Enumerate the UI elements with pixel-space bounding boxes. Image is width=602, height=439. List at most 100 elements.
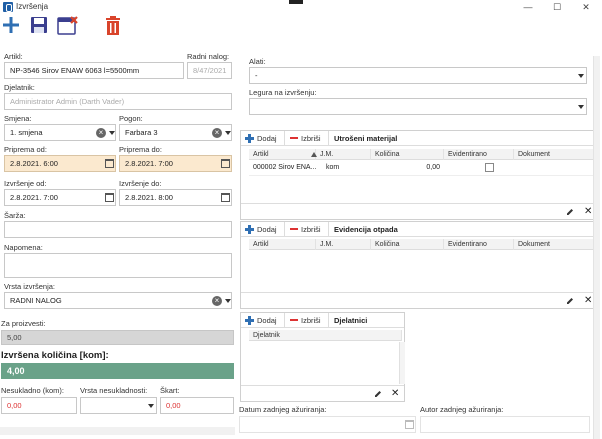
izvrsenje-do-field[interactable]: 2.8.2021. 8:00	[119, 189, 232, 206]
djelatnik-field[interactable]: Administrator Admin (Darth Vader)	[4, 93, 232, 110]
horizontal-scrollbar[interactable]	[0, 427, 235, 435]
col-jm[interactable]: J.M.	[316, 239, 371, 250]
izvrsena-kolicina-label: Izvršena količina [kom]:	[1, 350, 109, 361]
table-row[interactable]: 000002 Sirov ENA... kom 0,00	[249, 161, 597, 176]
edit-icon[interactable]	[566, 297, 574, 305]
skart-field[interactable]: 0,00	[160, 397, 234, 414]
izvrsena-kolicina-field[interactable]: 4,00	[1, 363, 234, 379]
col-evidentirano[interactable]: Evidentirano	[444, 239, 514, 250]
vrsta-izvrsenja-select[interactable]: RADNI NALOG ×	[4, 292, 232, 309]
alati-value: -	[255, 71, 258, 80]
pogon-value: Farbara 3	[125, 128, 158, 137]
priprema-od-value: 2.8.2021. 6:00	[10, 159, 58, 168]
panel-title: Evidencija otpada	[334, 225, 398, 234]
window-title: Izvršenja	[16, 2, 49, 11]
priprema-od-field[interactable]: 2.8.2021. 6:00	[4, 155, 116, 172]
col-djelatnik[interactable]: Djelatnik	[249, 330, 402, 341]
izbrisi-label: Izbriši	[301, 225, 321, 234]
close-panel-button[interactable]: ✕	[584, 295, 592, 307]
maximize-button[interactable]: ☐	[543, 0, 571, 14]
napomena-label: Napomena:	[4, 243, 43, 252]
edit-icon[interactable]	[374, 390, 382, 398]
artikl-field[interactable]: NP-3546 Sirov ENAW 6063 l=5500mm	[4, 62, 184, 79]
panel-header: Dodaj Izbriši Utrošeni materijal	[241, 131, 599, 146]
minus-icon	[290, 228, 298, 230]
dodaj-label: Dodaj	[257, 134, 277, 143]
cell-kolicina: 0,00	[426, 164, 440, 171]
izbrisi-button[interactable]: Izbriši	[285, 131, 329, 146]
dodaj-label: Dodaj	[257, 316, 277, 325]
plus-icon	[245, 225, 254, 234]
evidentirano-checkbox[interactable]	[485, 163, 494, 172]
save-button[interactable]	[30, 16, 52, 38]
vrsta-nesukladnosti-label: Vrsta nesukladnosti:	[80, 386, 148, 395]
sarza-field[interactable]	[4, 221, 232, 238]
col-dokument[interactable]: Dokument	[514, 149, 597, 160]
vrsta-izvrsenja-value: RADNI NALOG	[10, 296, 62, 305]
pogon-select[interactable]: Farbara 3 ×	[119, 124, 232, 141]
delete-button[interactable]	[104, 16, 126, 38]
edit-icon[interactable]	[566, 208, 574, 216]
panel-title: Djelatnici	[334, 316, 368, 325]
col-dokument[interactable]: Dokument	[514, 239, 597, 250]
scrollbar[interactable]	[399, 342, 405, 384]
save-close-button[interactable]	[57, 16, 79, 38]
chevron-down-icon[interactable]	[578, 74, 584, 78]
priprema-do-field[interactable]: 2.8.2021. 7:00	[119, 155, 232, 172]
napomena-field[interactable]	[4, 253, 232, 278]
izvrsenje-od-field[interactable]: 2.8.2021. 7:00	[4, 189, 116, 206]
clear-icon[interactable]: ×	[96, 128, 106, 138]
panel-footer: ✕	[241, 203, 599, 219]
dodaj-button[interactable]: Dodaj	[241, 313, 285, 328]
table-header: Artikl J.M. Količina Evidentirano Dokume…	[249, 149, 597, 160]
nesukladno-field[interactable]: 0,00	[1, 397, 77, 414]
calendar-icon	[405, 420, 414, 429]
izbrisi-button[interactable]: Izbriši	[285, 222, 329, 237]
close-button[interactable]: ✕	[572, 0, 600, 14]
datum-azuriranja-label: Datum zadnjeg ažuriranja:	[239, 405, 327, 414]
chevron-down-icon[interactable]	[578, 105, 584, 109]
chevron-down-icon[interactable]	[225, 131, 231, 135]
chevron-down-icon[interactable]	[225, 299, 231, 303]
col-jm[interactable]: J.M.	[316, 149, 371, 160]
minus-icon	[290, 319, 298, 321]
priprema-do-label: Priprema do:	[119, 145, 162, 154]
radni-nalog-field[interactable]: 8/47/2021	[187, 62, 232, 79]
calendar-icon[interactable]	[105, 159, 114, 168]
calendar-icon[interactable]	[105, 193, 114, 202]
izbrisi-label: Izbriši	[301, 134, 321, 143]
djelatnik-label: Djelatnik:	[4, 83, 35, 92]
calendar-icon[interactable]	[221, 193, 230, 202]
window-scrollbar[interactable]	[593, 56, 600, 439]
minus-icon	[290, 137, 298, 139]
col-artikl[interactable]: Artikl	[249, 239, 316, 250]
table-header: Artikl J.M. Količina Evidentirano Dokume…	[249, 239, 597, 250]
col-evidentirano[interactable]: Evidentirano	[444, 149, 514, 160]
za-proizvesti-label: Za proizvesti:	[1, 319, 46, 328]
plus-icon	[245, 134, 254, 143]
close-panel-button[interactable]: ✕	[584, 206, 592, 218]
col-artikl[interactable]: Artikl	[249, 149, 316, 160]
clear-icon[interactable]: ×	[212, 128, 222, 138]
evidencija-otpada-panel: Dodaj Izbriši Evidencija otpada Artikl J…	[240, 221, 600, 309]
smjena-select[interactable]: 1. smjena ×	[4, 124, 116, 141]
chevron-down-icon[interactable]	[109, 131, 115, 135]
vrsta-nesukladnosti-select[interactable]	[80, 397, 157, 414]
table-header: Djelatnik	[249, 330, 402, 341]
dodaj-button[interactable]: Dodaj	[241, 131, 285, 146]
izbrisi-button[interactable]: Izbriši	[285, 313, 329, 328]
djelatnici-panel: Dodaj Izbriši Djelatnici Djelatnik ✕	[240, 312, 405, 402]
col-kolicina[interactable]: Količina	[371, 149, 444, 160]
calendar-icon[interactable]	[221, 159, 230, 168]
close-panel-button[interactable]: ✕	[391, 388, 399, 400]
dodaj-button[interactable]: Dodaj	[241, 222, 285, 237]
priprema-od-label: Priprema od:	[4, 145, 47, 154]
legura-select[interactable]	[249, 98, 587, 115]
col-kolicina[interactable]: Količina	[371, 239, 444, 250]
title-bar: Izvršenja — ☐ ✕	[0, 0, 602, 14]
minimize-button[interactable]: —	[514, 0, 542, 14]
add-button[interactable]	[2, 16, 24, 38]
clear-icon[interactable]: ×	[212, 296, 222, 306]
alati-select[interactable]: -	[249, 67, 587, 84]
chevron-down-icon[interactable]	[148, 404, 154, 408]
